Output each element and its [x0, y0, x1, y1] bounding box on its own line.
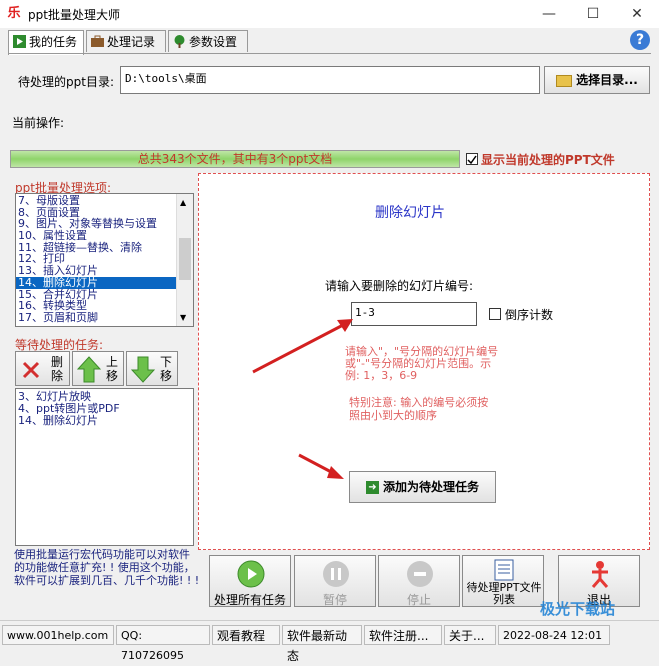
move-down-button[interactable]: 下移 [126, 351, 178, 386]
add-task-button[interactable]: ➜ 添加为待处理任务 [349, 471, 496, 503]
pause-button[interactable]: 暂停 [294, 555, 376, 607]
stop-label: 停止 [406, 593, 431, 607]
tab-settings[interactable]: 参数设置 [168, 30, 248, 52]
scroll-down-icon[interactable]: ▼ [180, 313, 186, 322]
choose-dir-label: 选择目录... [576, 73, 638, 87]
app-logo-icon: 乐 [7, 6, 21, 21]
option-item[interactable]: 10、属性设置 [16, 230, 178, 242]
help-icon[interactable]: ? [630, 30, 650, 50]
panel-heading: 删除幻灯片 [375, 205, 445, 221]
stop-button[interactable]: 停止 [378, 555, 460, 607]
run-all-button[interactable]: 处理所有任务 [209, 555, 291, 607]
stop-icon [407, 561, 433, 587]
red-arrow-small-icon [298, 453, 344, 479]
play-icon [13, 35, 26, 48]
watermark: 极光下载站 [540, 600, 616, 618]
options-scrollbar[interactable]: ▲ ▼ [176, 194, 193, 326]
tab-records-label: 处理记录 [107, 35, 156, 49]
status-datetime: 2022-08-24 12:01 [498, 625, 610, 645]
delete-slides-panel: 删除幻灯片 请输入要删除的幻灯片编号: 1-3 倒序计数 请输入"，"号分隔的幻… [198, 173, 650, 550]
maximize-button[interactable]: ☐ [571, 0, 615, 28]
current-op-label: 当前操作: [12, 116, 65, 130]
dir-label: 待处理的ppt目录: [18, 75, 114, 89]
progress-bar: 总共343个文件，其中有3个ppt文档 [10, 150, 460, 168]
add-task-label: 添加为待处理任务 [382, 480, 479, 494]
play-circle-icon [237, 560, 265, 588]
tab-divider [8, 53, 651, 54]
move-up-button[interactable]: 上移 [72, 351, 124, 386]
tab-my-tasks-label: 我的任务 [29, 35, 78, 49]
up-arrow-icon [77, 356, 101, 383]
close-button[interactable]: ✕ [615, 0, 659, 28]
delete-task-label: 删除 [50, 355, 63, 383]
options-list[interactable]: 7、母版设置 8、页面设置 9、图片、对象等替换与设置 10、属性设置 11、超链接—替… [15, 193, 194, 327]
tree-icon [174, 35, 185, 48]
reverse-count-label: 倒序计数 [505, 308, 554, 322]
status-bar: www.001help.com QQ: 710726095 观看教程 软件最新动… [0, 620, 659, 663]
scroll-up-icon[interactable]: ▲ [180, 198, 186, 207]
delete-task-button[interactable]: 删除 [15, 351, 70, 386]
pending-list[interactable]: 3、幻灯片放映 4、ppt转图片或PDF 14、删除幻灯片 [15, 388, 194, 546]
macro-note: 使用批量运行宏代码功能可以对软件的功能做任意扩充! ! 使用这个功能，软件可以扩… [14, 548, 200, 587]
folder-icon [556, 74, 573, 87]
run-all-label: 处理所有任务 [213, 593, 286, 607]
show-current-checkbox[interactable] [466, 153, 478, 165]
file-list-button[interactable]: 待处理PPT文件列表 [462, 555, 544, 607]
slide-number-input[interactable]: 1-3 [351, 302, 477, 326]
status-register[interactable]: 软件注册... [364, 625, 442, 645]
down-arrow-icon [131, 356, 155, 383]
red-arrow-icon [252, 319, 353, 374]
tab-settings-label: 参数设置 [189, 35, 238, 49]
show-current-label: 显示当前处理的PPT文件 [481, 153, 615, 167]
move-up-label: 上移 [105, 355, 118, 383]
minimize-button[interactable]: — [527, 0, 571, 28]
pause-icon [323, 561, 349, 587]
reverse-count-checkbox[interactable] [489, 308, 501, 320]
status-tutorial[interactable]: 观看教程 [212, 625, 280, 645]
panel-hint: 请输入"，"号分隔的幻灯片编号或"-"号分隔的幻灯片范围。示例: 1，3，6-9 [345, 345, 499, 382]
pause-label: 暂停 [322, 593, 347, 607]
option-item[interactable]: 17、页眉和页脚 [16, 312, 178, 324]
title-bar: 乐 ppt批量处理大师 — ☐ ✕ [0, 0, 659, 28]
tab-records[interactable]: 处理记录 [86, 30, 166, 52]
status-qq: QQ: 710726095 [116, 625, 210, 662]
panel-note: 特别注意: 输入的编号必须按照由小到大的顺序 [349, 396, 489, 422]
dir-input[interactable]: D:\tools\桌面 [120, 66, 540, 94]
pending-item[interactable]: 14、删除幻灯片 [18, 415, 191, 427]
tab-my-tasks[interactable]: 我的任务 [8, 30, 84, 55]
checkmark-icon [467, 155, 477, 165]
option-item[interactable]: 14、删除幻灯片 [16, 277, 178, 289]
progress-text: 总共343个文件，其中有3个ppt文档 [137, 152, 333, 166]
scroll-thumb[interactable] [179, 238, 191, 280]
status-news[interactable]: 软件最新动态 [282, 625, 362, 663]
list-icon [494, 559, 514, 581]
move-down-label: 下移 [159, 355, 172, 383]
option-item[interactable]: 7、母版设置 [16, 195, 178, 207]
file-list-label: 待处理PPT文件列表 [466, 581, 542, 606]
choose-dir-button[interactable]: 选择目录... [544, 66, 650, 94]
window-title: ppt批量处理大师 [28, 8, 120, 22]
exit-figure-icon [591, 561, 609, 588]
briefcase-icon [91, 35, 104, 47]
panel-prompt: 请输入要删除的幻灯片编号: [325, 279, 474, 293]
status-site[interactable]: www.001help.com [2, 625, 114, 645]
status-about[interactable]: 关于... [444, 625, 496, 645]
red-x-icon [22, 361, 40, 379]
arrow-right-icon: ➜ [365, 481, 379, 494]
